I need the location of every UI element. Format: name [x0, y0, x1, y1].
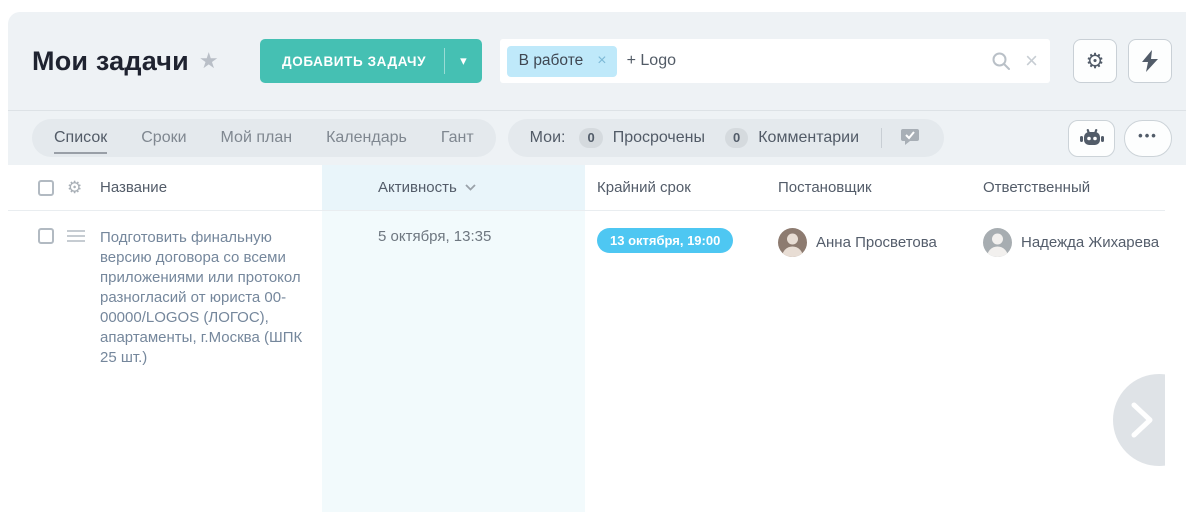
grid-settings-gear-icon[interactable]: ⚙	[67, 179, 82, 196]
select-all-checkbox[interactable]	[38, 180, 54, 196]
page-title: Мои задачи	[32, 46, 189, 77]
comments-counter[interactable]: Комментарии	[758, 129, 859, 147]
search-icon[interactable]	[991, 51, 1011, 71]
creator-avatar[interactable]	[778, 228, 807, 257]
header-controls-cell: ⚙	[8, 165, 100, 210]
add-task-button[interactable]: ДОБАВИТЬ ЗАДАЧУ ▾	[260, 39, 482, 83]
overdue-counter[interactable]: Просрочены	[613, 129, 705, 147]
tab-deadlines[interactable]: Сроки	[141, 129, 186, 147]
chat-comments-icon[interactable]	[900, 128, 922, 148]
deadline-badge[interactable]: 13 октября, 19:00	[597, 228, 733, 253]
table-row: Подготовить финальную версию договора со…	[8, 211, 1165, 512]
tab-list[interactable]: Список	[54, 129, 107, 147]
task-responsible-cell: Надежда Жихарева	[975, 211, 1165, 512]
counters-bar: Мои: 0 Просрочены 0 Комментарии	[508, 119, 944, 157]
search-bar[interactable]: В работе × + Logo ×	[500, 39, 1050, 83]
clear-search-icon[interactable]: ×	[1025, 50, 1038, 72]
column-header-responsible[interactable]: Ответственный	[975, 165, 1165, 210]
favorite-star-icon[interactable]: ★	[199, 50, 219, 72]
filter-settings-button[interactable]: ⚙	[1073, 39, 1117, 83]
search-input[interactable]: + Logo	[627, 52, 992, 70]
counters-divider	[881, 128, 882, 148]
overdue-count-badge: 0	[579, 128, 602, 148]
column-header-creator[interactable]: Постановщик	[770, 165, 975, 210]
title-wrap: Мои задачи ★	[32, 46, 260, 77]
row-checkbox[interactable]	[38, 228, 54, 244]
view-tabs: Список Сроки Мой план Календарь Гант	[32, 119, 496, 157]
chevron-down-icon[interactable]: ▾	[445, 53, 482, 69]
person-silhouette-icon	[778, 228, 807, 257]
gear-icon: ⚙	[1086, 49, 1105, 74]
task-name-cell: Подготовить финальную версию договора со…	[100, 211, 322, 512]
tab-calendar[interactable]: Календарь	[326, 129, 407, 147]
chevron-right-icon	[1129, 401, 1155, 439]
task-creator-cell: Анна Просветова	[770, 211, 975, 512]
comments-count-badge: 0	[725, 128, 748, 148]
counters-prefix: Мои:	[530, 129, 566, 147]
responsible-name[interactable]: Надежда Жихарева	[1021, 234, 1159, 251]
search-icons: ×	[991, 50, 1038, 72]
creator-person[interactable]: Анна Просветова	[778, 228, 975, 257]
creator-name[interactable]: Анна Просветова	[816, 234, 937, 251]
ellipsis-icon: •••	[1138, 128, 1158, 143]
column-header-activity-label: Активность	[378, 179, 457, 196]
lightning-icon	[1142, 50, 1158, 72]
task-deadline-cell: 13 октября, 19:00	[585, 211, 770, 512]
row-controls-cell	[8, 211, 100, 512]
automation-button[interactable]	[1128, 39, 1172, 83]
column-header-deadline[interactable]: Крайний срок	[585, 165, 770, 210]
table-header-row: ⚙ Название Активность Крайний срок Поста…	[8, 165, 1165, 211]
person-silhouette-icon	[983, 228, 1012, 257]
add-task-label: ДОБАВИТЬ ЗАДАЧУ	[282, 54, 426, 69]
more-options-button[interactable]: •••	[1124, 120, 1172, 157]
robot-automation-button[interactable]	[1068, 120, 1115, 157]
responsible-person[interactable]: Надежда Жихарева	[983, 228, 1165, 257]
filter-chip[interactable]: В работе ×	[507, 46, 617, 77]
sort-chevron-down-icon	[465, 184, 476, 191]
task-name-link[interactable]: Подготовить финальную версию договора со…	[100, 229, 302, 366]
page-header: Мои задачи ★ ДОБАВИТЬ ЗАДАЧУ ▾ В работе …	[8, 12, 1186, 110]
chip-remove-icon[interactable]: ×	[597, 52, 606, 70]
tab-gantt[interactable]: Гант	[441, 129, 474, 147]
responsible-avatar[interactable]	[983, 228, 1012, 257]
column-header-activity[interactable]: Активность	[322, 165, 585, 210]
robot-icon	[1080, 129, 1104, 147]
filter-chip-label: В работе	[519, 52, 584, 70]
task-table: ⚙ Название Активность Крайний срок Поста…	[8, 165, 1165, 512]
column-header-name[interactable]: Название	[100, 165, 322, 210]
task-activity-cell: 5 октября, 13:35	[322, 211, 585, 512]
tab-my-plan[interactable]: Мой план	[221, 129, 293, 147]
toolbar: Список Сроки Мой план Календарь Гант Мои…	[8, 111, 1186, 165]
activity-timestamp: 5 октября, 13:35	[378, 228, 491, 245]
drag-handle-icon[interactable]	[67, 230, 85, 242]
